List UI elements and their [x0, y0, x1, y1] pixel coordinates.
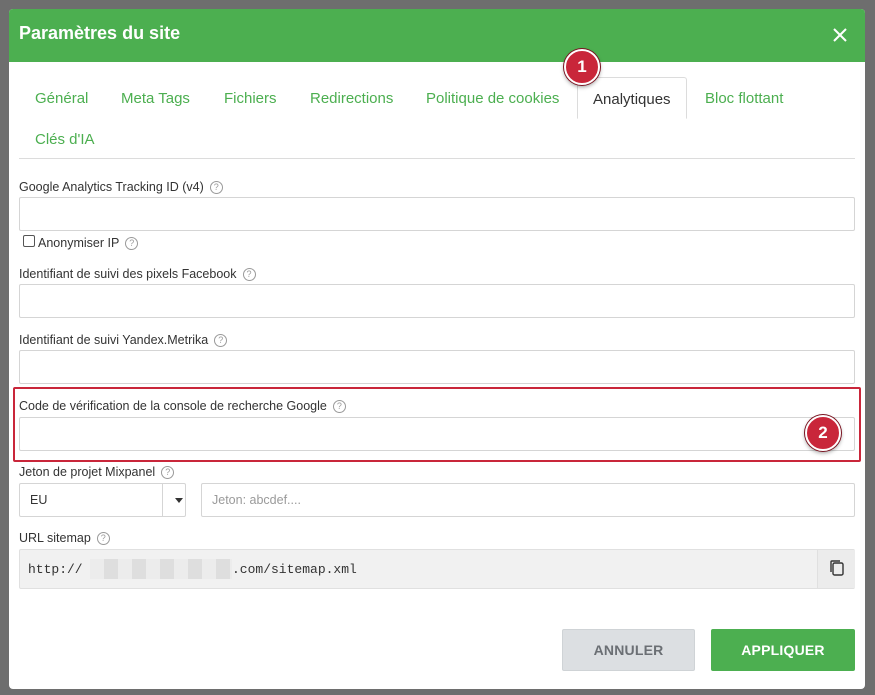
tab-redirections[interactable]: Redirections	[310, 90, 393, 107]
ga-label-text: Google Analytics Tracking ID (v4)	[19, 180, 204, 194]
facebook-pixel-label-text: Identifiant de suivi des pixels Facebook	[19, 267, 237, 281]
help-icon[interactable]: ?	[214, 334, 228, 347]
redacted-domain	[90, 559, 232, 579]
dialog-title: Paramètres du site	[19, 23, 181, 43]
site-settings-dialog: Paramètres du site Général Meta Tags Fic…	[9, 9, 865, 689]
tab-general[interactable]: Général	[35, 90, 88, 107]
copy-button[interactable]	[817, 550, 855, 588]
tab-politique-cookies[interactable]: Politique de cookies	[426, 90, 559, 107]
ga-tracking-id-input[interactable]	[19, 197, 855, 231]
ga-label: Google Analytics Tracking ID (v4)?	[19, 180, 223, 194]
yandex-metrika-input[interactable]	[19, 350, 855, 384]
help-icon[interactable]: ?	[96, 532, 110, 545]
facebook-pixel-label: Identifiant de suivi des pixels Facebook…	[19, 267, 256, 281]
tabs-divider	[19, 158, 855, 159]
annotation-badge-2: 2	[805, 415, 841, 451]
gsc-verification-input[interactable]	[19, 417, 855, 451]
help-icon[interactable]: ?	[161, 466, 175, 479]
facebook-pixel-input[interactable]	[19, 284, 855, 318]
help-icon[interactable]: ?	[209, 181, 223, 194]
mixpanel-region-value: EU	[30, 493, 48, 507]
help-icon[interactable]: ?	[332, 400, 346, 413]
yandex-metrika-label-text: Identifiant de suivi Yandex.Metrika	[19, 333, 209, 347]
mixpanel-token-input[interactable]	[201, 483, 855, 517]
tab-analytiques[interactable]: Analytiques	[577, 77, 687, 119]
copy-icon	[830, 560, 844, 576]
select-divider	[162, 484, 163, 516]
tab-meta-tags[interactable]: Meta Tags	[121, 90, 190, 107]
close-icon[interactable]	[827, 22, 853, 48]
sitemap-label: URL sitemap?	[19, 531, 110, 545]
dialog-header: Paramètres du site	[9, 9, 865, 62]
sitemap-label-text: URL sitemap	[19, 531, 91, 545]
anonymize-ip-label: Anonymiser IP?	[38, 236, 139, 250]
anonymize-ip-text: Anonymiser IP	[38, 236, 120, 250]
mixpanel-label: Jeton de projet Mixpanel?	[19, 465, 175, 479]
gsc-verification-label-text: Code de vérification de la console de re…	[19, 399, 327, 413]
tab-fichiers[interactable]: Fichiers	[224, 90, 277, 107]
cancel-button[interactable]: ANNULER	[562, 629, 695, 671]
chevron-down-icon[interactable]	[175, 498, 183, 503]
gsc-verification-label: Code de vérification de la console de re…	[19, 399, 346, 413]
mixpanel-label-text: Jeton de projet Mixpanel	[19, 465, 156, 479]
sitemap-url-field[interactable]: http:// .com/sitemap.xml	[19, 549, 855, 589]
tab-cles-ia[interactable]: Clés d'IA	[35, 131, 95, 148]
annotation-badge-1: 1	[564, 49, 600, 85]
help-icon[interactable]: ?	[242, 268, 256, 281]
anonymize-ip-checkbox[interactable]	[23, 235, 35, 247]
sitemap-url-suffix: .com/sitemap.xml	[232, 562, 357, 577]
tab-bloc-flottant[interactable]: Bloc flottant	[705, 90, 783, 107]
apply-button[interactable]: APPLIQUER	[711, 629, 855, 671]
sitemap-url-prefix: http://	[28, 562, 83, 577]
yandex-metrika-label: Identifiant de suivi Yandex.Metrika?	[19, 333, 228, 347]
mixpanel-region-select[interactable]: EU	[19, 483, 186, 517]
help-icon[interactable]: ?	[125, 237, 139, 250]
